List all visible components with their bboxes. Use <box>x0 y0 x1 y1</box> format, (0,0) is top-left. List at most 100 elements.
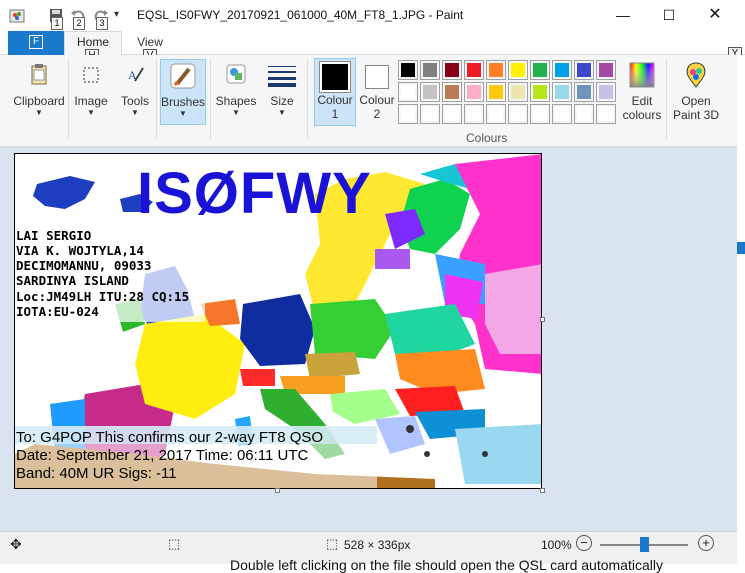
palette-swatch[interactable] <box>596 60 616 80</box>
image-size-icon: ⬚ <box>326 536 339 551</box>
palette-swatch[interactable] <box>552 60 572 80</box>
palette-swatch[interactable] <box>420 60 440 80</box>
resize-handle-bottom[interactable] <box>275 488 280 493</box>
palette-swatch[interactable] <box>508 60 528 80</box>
tools-label: Tools <box>120 94 149 108</box>
select-icon <box>83 67 99 83</box>
palette-swatch[interactable] <box>508 82 528 102</box>
colour2-number: 2 <box>373 107 381 121</box>
palette-swatch[interactable] <box>442 82 462 102</box>
paint-app-icon[interactable] <box>8 7 28 25</box>
palette-swatch[interactable] <box>442 104 462 124</box>
colour1-button[interactable]: Colour 1 <box>314 58 356 126</box>
palette-swatch[interactable] <box>486 60 506 80</box>
paint3d-label-1: Open <box>681 94 711 108</box>
size-label: Size <box>270 94 294 108</box>
palette-swatch[interactable] <box>530 104 550 124</box>
palette-swatch[interactable] <box>398 104 418 124</box>
colour2-label: Colour <box>359 93 395 107</box>
zoom-out-button[interactable]: − <box>576 535 592 551</box>
qsl-band-line: Band: 40M UR Sigs: -11 <box>16 465 177 482</box>
paint3d-icon <box>686 62 706 88</box>
selection-size-icon: ⬚ <box>168 536 181 551</box>
palette-swatch[interactable] <box>464 60 484 80</box>
palette-swatch[interactable] <box>574 60 594 80</box>
tools-icon: A <box>128 67 144 82</box>
colours-group-label: Colours <box>466 131 508 145</box>
palette-swatch[interactable] <box>464 104 484 124</box>
palette-swatch[interactable] <box>596 82 616 102</box>
background-window-scroll-strip <box>737 242 745 254</box>
tools-button[interactable]: A Tools ▼ <box>114 59 156 125</box>
chevron-down-icon: ▼ <box>179 109 187 118</box>
chevron-down-icon: ▼ <box>278 108 286 117</box>
size-button[interactable]: Size ▼ <box>264 59 300 125</box>
background-window-edge <box>737 55 745 564</box>
tab-file[interactable]: F <box>8 31 64 55</box>
ribbon-separator <box>156 59 157 139</box>
quick-access-key-2: 2 <box>73 17 85 30</box>
maximize-button[interactable]: ☐ <box>646 0 692 31</box>
status-bar: ✥ ⬚ ⬚ 528 × 336px 100% − + <box>0 531 737 557</box>
palette-swatch[interactable] <box>552 104 572 124</box>
chevron-down-icon: ▼ <box>232 108 240 117</box>
zoom-level: 100% <box>541 538 572 552</box>
qsl-address-line: LAI SERGIO <box>16 228 92 243</box>
minimize-button[interactable]: — <box>600 0 646 31</box>
palette-swatch[interactable] <box>398 60 418 80</box>
zoom-slider-thumb[interactable] <box>640 537 649 552</box>
palette-swatch[interactable] <box>486 104 506 124</box>
line-size-icon <box>268 66 296 87</box>
background-document-text: Double left clicking on the file should … <box>230 557 663 573</box>
palette-swatch[interactable] <box>486 82 506 102</box>
colour1-number: 1 <box>331 107 339 121</box>
palette-swatch[interactable] <box>442 60 462 80</box>
ribbon-tabs: F Home View ︿ ? <box>0 31 745 82</box>
palette-swatch[interactable] <box>596 104 616 124</box>
open-paint3d-button[interactable]: Open Paint 3D <box>672 59 720 125</box>
palette-swatch[interactable] <box>464 82 484 102</box>
palette-swatch[interactable] <box>530 60 550 80</box>
qsl-address-line: Loc:JM49LH ITU:28 CQ:15 <box>16 289 190 304</box>
image-button[interactable]: Image ▼ <box>70 59 112 125</box>
quick-access-key-1: 1 <box>51 17 63 30</box>
close-button[interactable]: ✕ <box>692 0 738 31</box>
palette-swatch[interactable] <box>574 104 594 124</box>
qsl-address-line: IOTA:EU-024 <box>16 304 99 319</box>
palette-swatch[interactable] <box>552 82 572 102</box>
palette-swatch[interactable] <box>574 82 594 102</box>
palette-swatch[interactable] <box>420 82 440 102</box>
title-bar: 1 2 3 ▾ EQSL_IS0FWY_20170921_061000_40M_… <box>0 0 745 31</box>
brushes-button[interactable]: Brushes ▼ <box>160 59 206 125</box>
image-dimensions: 528 × 336px <box>344 538 411 552</box>
chevron-down-icon: ▼ <box>87 108 95 117</box>
palette-swatch[interactable] <box>398 82 418 102</box>
quick-access-key-3: 3 <box>96 17 108 30</box>
shapes-button[interactable]: Shapes ▼ <box>214 59 258 125</box>
edit-colours-button[interactable]: Edit colours <box>620 59 664 125</box>
clipboard-icon <box>31 64 47 85</box>
palette-swatch[interactable] <box>420 104 440 124</box>
clipboard-label: Clipboard <box>13 94 65 108</box>
cursor-position-icon: ✥ <box>10 536 22 552</box>
paint3d-label-2: Paint 3D <box>672 108 720 122</box>
qsl-date-line: Date: September 21, 2017 Time: 06:11 UTC <box>16 447 309 464</box>
colour-spectrum-icon <box>629 62 655 88</box>
palette-swatch[interactable] <box>530 82 550 102</box>
edit-colours-label-1: Edit <box>631 94 653 108</box>
image-canvas[interactable]: ISØFWY LAI SERGIO VIA K. WOJTYLA,14 DECI… <box>14 153 542 489</box>
resize-handle-right[interactable] <box>540 317 545 322</box>
ribbon-separator <box>307 59 308 139</box>
window-title: EQSL_IS0FWY_20170921_061000_40M_FT8_1.JP… <box>137 8 464 22</box>
chevron-down-icon: ▼ <box>35 108 43 117</box>
shapes-icon <box>226 64 246 84</box>
clipboard-button[interactable]: Clipboard ▼ <box>10 59 68 125</box>
quick-access-dropdown-icon[interactable]: ▾ <box>114 9 126 27</box>
canvas-workspace: ISØFWY LAI SERGIO VIA K. WOJTYLA,14 DECI… <box>0 147 737 531</box>
colour1-swatch <box>322 64 348 90</box>
colour2-button[interactable]: Colour 2 <box>358 59 396 125</box>
brushes-label: Brushes <box>161 95 206 109</box>
zoom-in-button[interactable]: + <box>698 535 714 551</box>
resize-handle-corner[interactable] <box>540 488 545 493</box>
palette-swatch[interactable] <box>508 104 528 124</box>
